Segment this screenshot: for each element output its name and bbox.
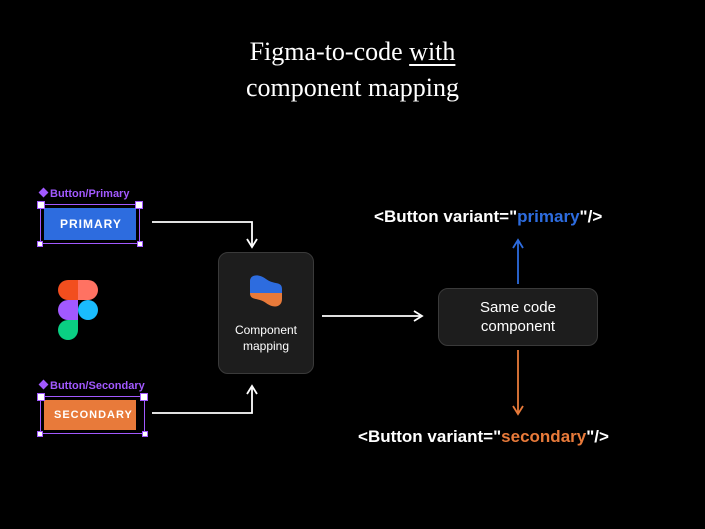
component-diamond-icon (39, 380, 49, 390)
figma-logo-icon (58, 280, 98, 345)
component-mapping-box: Component mapping (218, 252, 314, 374)
code-snippet-secondary: <Button variant="secondary"/> (358, 427, 609, 447)
component-diamond-icon (39, 188, 49, 198)
code-snippet-primary: <Button variant="primary"/> (374, 207, 602, 227)
primary-button: PRIMARY (44, 208, 136, 240)
title-line1-pre: Figma-to-code (250, 37, 410, 66)
figma-component-label-primary: Button/Primary (40, 188, 140, 200)
figma-component-label-secondary: Button/Secondary (40, 380, 145, 392)
arrow-mapping-to-samecode (322, 306, 432, 326)
component-mapping-label: Component mapping (235, 323, 297, 354)
builder-io-logo-icon (244, 271, 288, 315)
title-line1-underlined: with (409, 37, 455, 66)
figma-secondary-button-frame: Button/Secondary SECONDARY (40, 380, 145, 434)
selection-frame: PRIMARY (40, 204, 140, 244)
same-code-component-box: Same code component (438, 288, 598, 346)
same-code-label: Same code component (480, 298, 556, 337)
arrow-samecode-to-secondary-code (508, 350, 528, 422)
title-line2: component mapping (246, 73, 459, 102)
diagram-title: Figma-to-code with component mapping (0, 34, 705, 107)
selection-frame: SECONDARY (40, 396, 145, 434)
secondary-button: SECONDARY (44, 400, 136, 430)
arrow-primary-to-mapping (152, 217, 272, 257)
arrow-samecode-to-primary-code (508, 234, 528, 288)
figma-primary-button-frame: Button/Primary PRIMARY (40, 188, 140, 244)
arrow-secondary-to-mapping (152, 378, 272, 423)
